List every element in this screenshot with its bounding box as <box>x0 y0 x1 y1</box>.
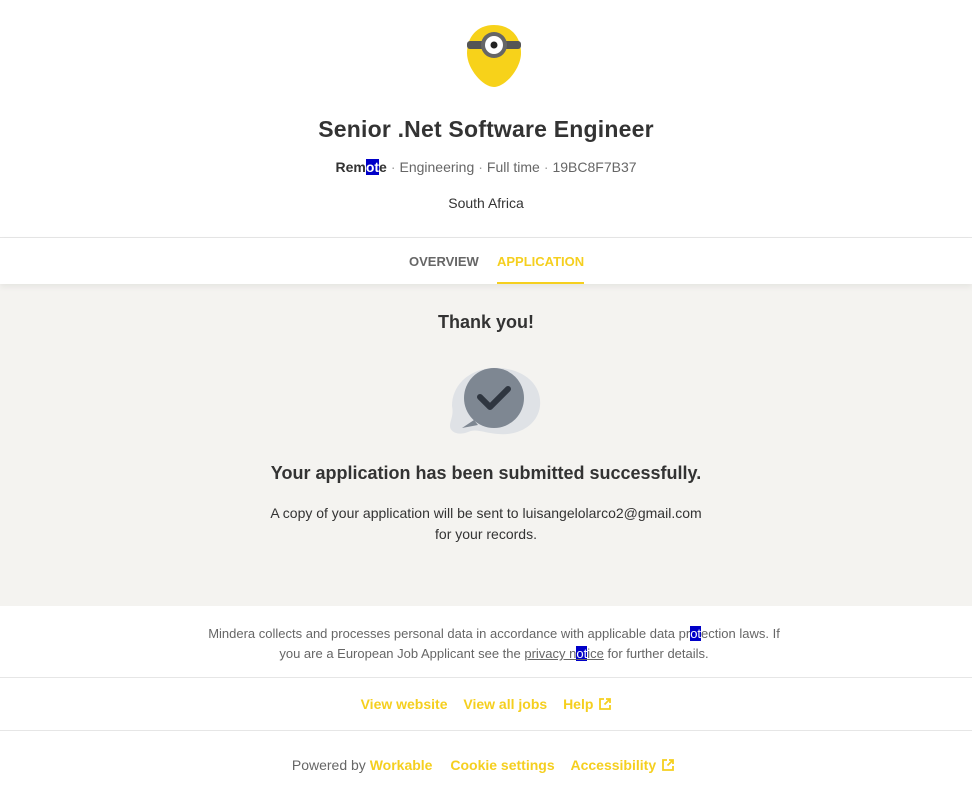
help-link[interactable]: Help <box>563 696 612 712</box>
job-tabs: OVERVIEW APPLICATION <box>0 238 972 284</box>
tab-overview[interactable]: OVERVIEW <box>409 238 479 284</box>
separator: · <box>390 159 396 175</box>
privacy-notice-link[interactable]: privacy notice <box>524 646 604 661</box>
privacy-text-part3: for further details. <box>603 646 709 661</box>
success-message: Your application has been submitted succ… <box>270 463 702 483</box>
footer-row: Powered by Workable Cookie settings Acce… <box>0 757 972 773</box>
footer-links-row: View website View all jobs Help <box>0 696 972 712</box>
cookie-settings-link[interactable]: Cookie settings <box>450 757 554 773</box>
accessibility-link[interactable]: Accessibility <box>571 757 675 773</box>
workplace-text: Rem <box>335 159 366 175</box>
view-website-link[interactable]: View website <box>361 696 448 712</box>
footer-links: View website View all jobs Help <box>0 678 972 731</box>
company-logo-icon <box>467 25 521 87</box>
job-type: Full time <box>486 159 540 175</box>
thank-you-heading: Thank you! <box>437 312 534 332</box>
job-title: Senior .Net Software Engineer <box>318 116 654 142</box>
privacy-statement: Mindera collects and processes personal … <box>0 606 972 678</box>
job-department: Engineering <box>399 159 475 175</box>
separator: · <box>478 159 483 175</box>
help-link-label: Help <box>563 696 594 712</box>
workplace-selected-text: ot <box>365 159 380 175</box>
job-header: Senior .Net Software Engineer Remote · Eng… <box>0 0 972 238</box>
privacy-text-part1: Mindera collects and processes personal … <box>208 626 691 641</box>
copy-note-line1: A copy of your application will be sent … <box>270 505 702 521</box>
external-link-icon <box>599 698 612 710</box>
privacy-link-selected-text: ot <box>576 646 588 661</box>
job-workplace: Remote <box>335 159 387 175</box>
job-location: South Africa <box>448 195 524 211</box>
job-meta: Remote · Engineering · Full time · 19BC8F7B37 <box>0 159 972 175</box>
view-all-jobs-link[interactable]: View all jobs <box>463 696 547 712</box>
privacy-link-text: privacy n <box>524 646 577 661</box>
tab-application[interactable]: APPLICATION <box>497 238 585 284</box>
chat-check-icon <box>450 367 541 435</box>
workplace-text-end: e <box>379 159 387 175</box>
job-code: 19BC8F7B37 <box>552 159 637 175</box>
page-footer: Powered by Workable Cookie settings Acce… <box>0 731 972 799</box>
privacy-link-text-end: ice <box>587 646 604 661</box>
workable-link[interactable]: Workable <box>370 757 433 773</box>
application-confirmation: Thank you! Your application has been sub… <box>0 284 972 606</box>
privacy-selected-text: ot <box>690 626 702 641</box>
accessibility-link-label: Accessibility <box>570 757 657 773</box>
separator: · <box>543 159 549 175</box>
privacy-text: Mindera collects and processes personal … <box>200 624 788 664</box>
external-link-icon <box>662 759 675 771</box>
powered-by-text: Powered by <box>291 757 366 773</box>
copy-note: A copy of your application will be sent … <box>0 503 972 545</box>
copy-note-line2: for your records. <box>435 526 537 542</box>
